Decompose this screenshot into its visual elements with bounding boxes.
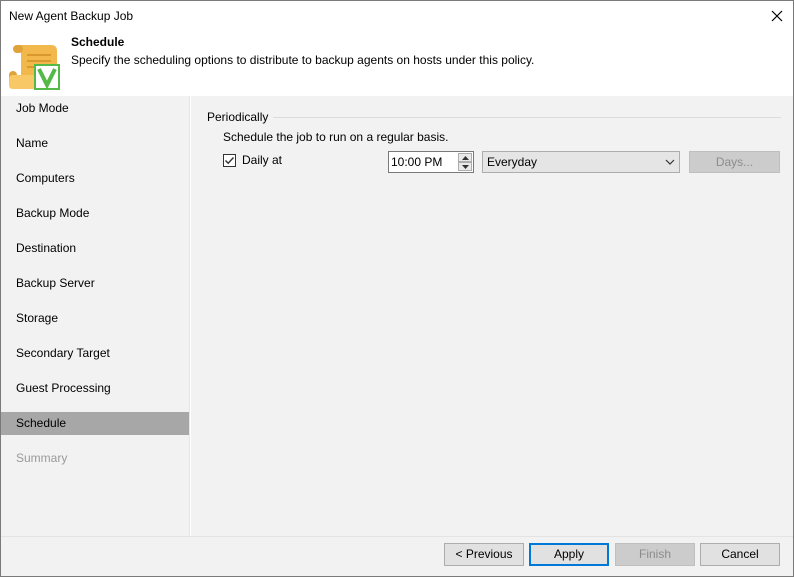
sidebar-item-backup-mode[interactable]: Backup Mode [1, 202, 189, 225]
sidebar-item-destination[interactable]: Destination [1, 237, 189, 260]
wizard-footer: < Previous Apply Finish Cancel [1, 536, 793, 576]
apply-button[interactable]: Apply [529, 543, 609, 566]
sidebar-item-backup-server[interactable]: Backup Server [1, 272, 189, 295]
close-button[interactable] [761, 1, 793, 31]
scroll-check-icon [9, 45, 60, 90]
sidebar-item-secondary-target[interactable]: Secondary Target [1, 342, 189, 365]
days-button: Days... [689, 151, 780, 173]
time-spinner[interactable] [458, 153, 472, 171]
schedule-panel: Periodically Schedule the job to run on … [191, 96, 793, 536]
window-title: New Agent Backup Job [9, 9, 134, 23]
schedule-description: Schedule the job to run on a regular bas… [223, 130, 449, 144]
sidebar-item-computers[interactable]: Computers [1, 167, 189, 190]
frequency-dropdown[interactable]: Everyday [482, 151, 680, 173]
group-divider [273, 117, 781, 118]
sidebar-item-summary: Summary [16, 451, 68, 465]
page-description: Specify the scheduling options to distri… [71, 53, 535, 67]
spin-up-button[interactable] [458, 153, 472, 162]
sidebar-item-schedule[interactable]: Schedule [1, 412, 189, 435]
time-value: 10:00 PM [391, 155, 443, 169]
cancel-button[interactable]: Cancel [700, 543, 780, 566]
time-input[interactable]: 10:00 PM [388, 151, 474, 173]
checkmark-icon [225, 156, 235, 164]
daily-at-checkbox[interactable] [223, 153, 236, 167]
caret-up-icon [461, 155, 469, 160]
caret-down-icon [461, 164, 469, 169]
sidebar-item-guest-processing[interactable]: Guest Processing [1, 377, 189, 400]
daily-at-label: Daily at [242, 153, 283, 167]
sidebar-item-storage[interactable]: Storage [1, 307, 189, 330]
wizard-steps: Job Mode Name Computers Backup Mode Dest… [1, 96, 190, 536]
chevron-down-icon [665, 159, 675, 165]
frequency-value: Everyday [487, 155, 538, 169]
finish-button: Finish [615, 543, 695, 566]
title-bar: New Agent Backup Job [1, 1, 793, 31]
group-label-periodically: Periodically [207, 110, 269, 124]
previous-button[interactable]: < Previous [444, 543, 524, 566]
sidebar-item-job-mode[interactable]: Job Mode [1, 97, 189, 120]
page-title: Schedule [71, 35, 125, 49]
daily-at-option[interactable]: Daily at [223, 153, 282, 167]
close-icon [771, 10, 783, 22]
sidebar-item-name[interactable]: Name [1, 132, 189, 155]
spin-down-button[interactable] [458, 162, 472, 171]
wizard-header: Schedule Specify the scheduling options … [1, 31, 793, 95]
wizard-window: New Agent Backup Job Schedule Specify th… [0, 0, 794, 577]
